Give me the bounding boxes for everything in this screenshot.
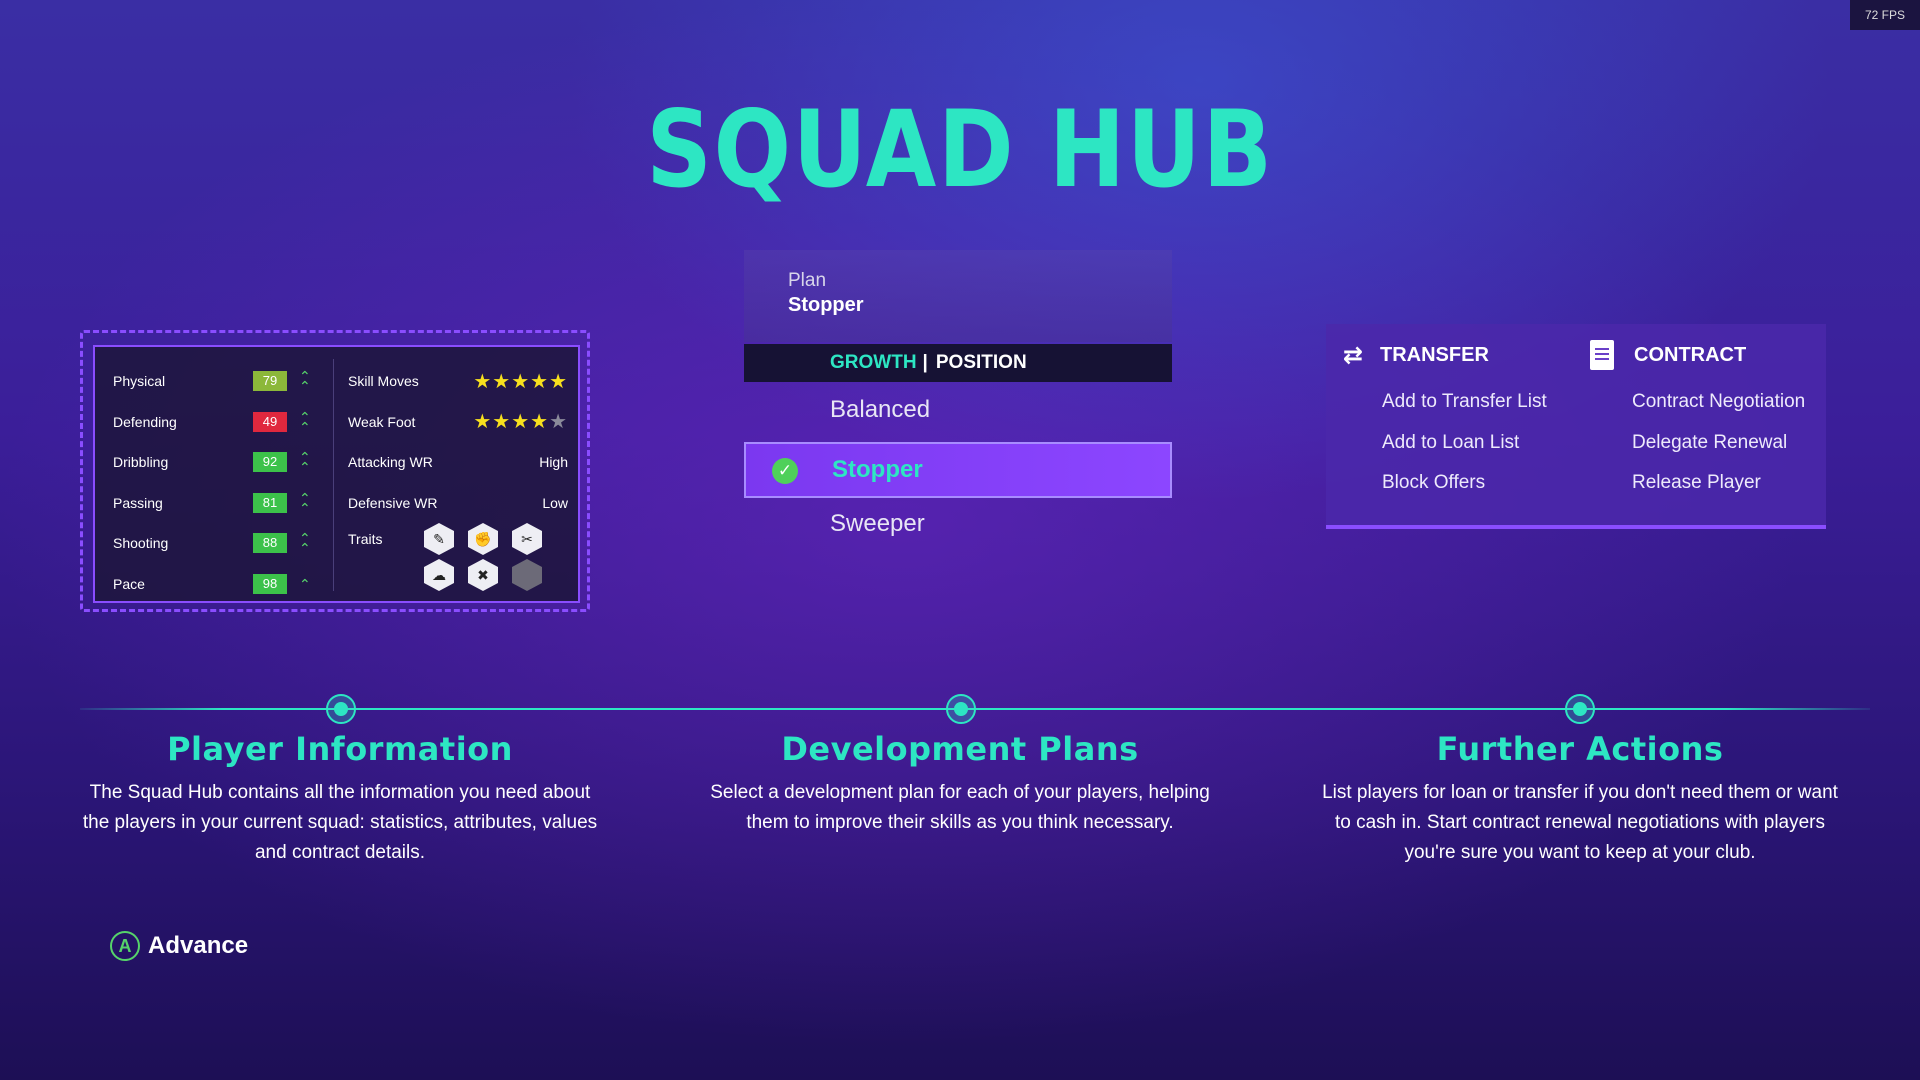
attribute-value: 81 bbox=[253, 492, 287, 513]
contract-title: CONTRACT bbox=[1634, 343, 1747, 366]
plan-option-balanced[interactable]: Balanced bbox=[744, 382, 1172, 438]
attribute-row: Passing 81 ⌃ ⌃ bbox=[113, 483, 323, 524]
block-offers-button[interactable]: Block Offers bbox=[1336, 463, 1547, 504]
timeline-node bbox=[1565, 694, 1595, 724]
growth-chevron-icon: ⌃ ⌃ bbox=[299, 530, 311, 557]
plan-option-label: Sweeper bbox=[830, 510, 925, 537]
attribute-row: Defending 49 ⌃ ⌃ bbox=[113, 402, 323, 443]
fps-counter: 72 FPS bbox=[1850, 0, 1920, 30]
attribute-value: 92 bbox=[253, 452, 287, 473]
page-title: SQUAD HUB bbox=[646, 88, 1274, 211]
plan-header: Plan Stopper bbox=[744, 250, 1172, 342]
attribute-list: Physical 79 ⌃ ⌃ Defending 49 ⌃ ⌃ Dribbling… bbox=[113, 361, 323, 604]
tab-growth[interactable]: GROWTH bbox=[830, 352, 917, 374]
section-text: Select a development plan for each of yo… bbox=[710, 782, 1210, 833]
growth-chevron-icon: ⌃ ⌃ bbox=[299, 489, 311, 516]
section-title: Further Actions bbox=[1436, 730, 1724, 768]
attribute-value: 88 bbox=[253, 533, 287, 554]
section-title: Player Information bbox=[167, 730, 513, 768]
attribute-value: 98 bbox=[253, 573, 287, 594]
plan-option-stopper[interactable]: ✓ Stopper bbox=[744, 442, 1172, 498]
advance-button[interactable]: A Advance bbox=[110, 931, 248, 961]
contract-negotiation-button[interactable]: Contract Negotiation bbox=[1586, 382, 1805, 423]
attacking-wr-row: Attacking WR High bbox=[348, 442, 568, 483]
section-title: Development Plans bbox=[781, 730, 1139, 768]
attribute-row: Pace 98 ⌃ bbox=[113, 564, 323, 605]
contract-document-icon bbox=[1590, 340, 1614, 370]
player-stat-card: Physical 79 ⌃ ⌃ Defending 49 ⌃ ⌃ Dribbling… bbox=[93, 345, 580, 603]
delegate-renewal-button[interactable]: Delegate Renewal bbox=[1586, 423, 1805, 464]
plan-option-label: Balanced bbox=[830, 396, 931, 423]
plan-option-sweeper[interactable]: Sweeper bbox=[744, 496, 1172, 552]
growth-chevron-icon: ⌃ ⌃ bbox=[299, 408, 311, 435]
trait-empty-slot-icon bbox=[512, 559, 542, 591]
attribute-name: Shooting bbox=[113, 535, 169, 552]
attribute-row: Shooting 88 ⌃ ⌃ bbox=[113, 523, 323, 564]
empty-star-icon: ★ bbox=[549, 411, 568, 434]
trait-intercept-icon: ✖ bbox=[468, 559, 498, 591]
transfer-list: Add to Transfer List Add to Loan List Bl… bbox=[1336, 382, 1547, 504]
trait-tackle-icon: ✊ bbox=[468, 523, 498, 555]
attribute-name: Pace bbox=[113, 575, 145, 592]
defensive-wr-label: Defensive WR bbox=[348, 494, 438, 511]
attribute-row: Physical 79 ⌃ ⌃ bbox=[113, 361, 323, 402]
growth-chevron-icon: ⌃ bbox=[299, 575, 311, 592]
contract-heading: CONTRACT bbox=[1586, 340, 1805, 370]
traits-row: Traits ✎ ✊ ✂ ☁ ✖ bbox=[348, 523, 568, 593]
transfer-column: ⇄ TRANSFER Add to Transfer List Add to L… bbox=[1336, 340, 1547, 504]
trait-aerial-icon: ☁ bbox=[424, 559, 454, 591]
attacking-wr-value: High bbox=[539, 454, 568, 471]
contract-list: Contract Negotiation Delegate Renewal Re… bbox=[1586, 382, 1805, 504]
attribute-row: Dribbling 92 ⌃ ⌃ bbox=[113, 442, 323, 483]
growth-chevron-icon: ⌃ ⌃ bbox=[299, 368, 311, 395]
section-text: The Squad Hub contains all the informati… bbox=[82, 782, 598, 863]
section-further-actions: Further Actions List players for loan or… bbox=[1320, 730, 1840, 868]
attribute-value: 79 bbox=[253, 371, 287, 392]
growth-chevron-icon: ⌃ ⌃ bbox=[299, 449, 311, 476]
add-to-transfer-list-button[interactable]: Add to Transfer List bbox=[1336, 382, 1547, 423]
traits-grid: ✎ ✊ ✂ ☁ ✖ bbox=[424, 523, 542, 591]
timeline-node bbox=[326, 694, 356, 724]
attribute-value: 49 bbox=[253, 411, 287, 432]
weak-foot-label: Weak Foot bbox=[348, 413, 416, 430]
divider bbox=[333, 359, 334, 591]
skill-moves-label: Skill Moves bbox=[348, 373, 419, 390]
release-player-button[interactable]: Release Player bbox=[1586, 463, 1805, 504]
section-development-plans: Development Plans Select a development p… bbox=[700, 730, 1220, 838]
trait-block-icon: ✂ bbox=[512, 523, 542, 555]
skill-moves-row: Skill Moves ★★★★★ bbox=[348, 361, 568, 402]
plan-value: Stopper bbox=[788, 294, 864, 316]
add-to-loan-list-button[interactable]: Add to Loan List bbox=[1336, 423, 1547, 464]
player-details: Skill Moves ★★★★★ Weak Foot ★★★★★ Attack… bbox=[348, 361, 568, 593]
attribute-name: Dribbling bbox=[113, 454, 169, 471]
timeline-node bbox=[946, 694, 976, 724]
actions-panel: ⇄ TRANSFER Add to Transfer List Add to L… bbox=[1326, 324, 1826, 529]
skill-moves-stars: ★★★★★ bbox=[473, 370, 568, 393]
trait-power-header-icon: ✎ bbox=[424, 523, 454, 555]
transfer-title: TRANSFER bbox=[1380, 343, 1489, 366]
plan-tabs: GROWTH | POSITION bbox=[744, 344, 1172, 382]
attribute-name: Passing bbox=[113, 494, 163, 511]
a-button-icon: A bbox=[110, 931, 140, 961]
defensive-wr-row: Defensive WR Low bbox=[348, 483, 568, 524]
attribute-name: Defending bbox=[113, 413, 177, 430]
plan-option-label: Stopper bbox=[832, 456, 923, 483]
contract-column: CONTRACT Contract Negotiation Delegate R… bbox=[1586, 340, 1805, 504]
section-player-information: Player Information The Squad Hub contain… bbox=[80, 730, 600, 868]
check-icon: ✓ bbox=[772, 458, 798, 484]
tab-position[interactable]: POSITION bbox=[936, 352, 1027, 374]
attribute-name: Physical bbox=[113, 373, 166, 390]
tab-separator: | bbox=[922, 352, 928, 373]
transfer-heading: ⇄ TRANSFER bbox=[1336, 340, 1547, 370]
weak-foot-row: Weak Foot ★★★★★ bbox=[348, 402, 568, 443]
transfer-arrows-icon: ⇄ bbox=[1342, 341, 1364, 369]
defensive-wr-value: Low bbox=[542, 494, 568, 511]
traits-label: Traits bbox=[348, 531, 383, 547]
section-text: List players for loan or transfer if you… bbox=[1322, 782, 1838, 863]
plan-label: Plan bbox=[788, 270, 827, 291]
weak-foot-stars: ★★★★★ bbox=[473, 411, 568, 434]
advance-label: Advance bbox=[148, 932, 249, 959]
attacking-wr-label: Attacking WR bbox=[348, 454, 433, 471]
